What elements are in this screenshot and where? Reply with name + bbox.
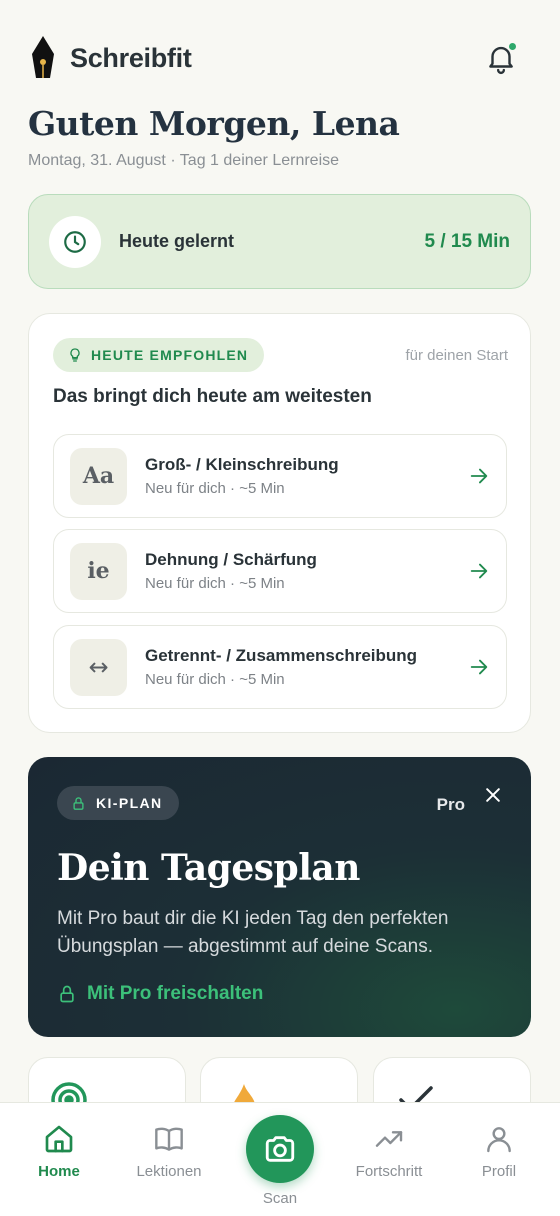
today-learned-value: 5 / 15 Min [424, 230, 510, 252]
nav-profile[interactable]: Profil [444, 1123, 554, 1180]
double-arrow-icon: ↔ [70, 638, 127, 696]
lesson-title: Groß- / Kleinschreibung [145, 455, 339, 474]
close-icon[interactable] [483, 785, 503, 805]
recommended-card: HEUTE EMPFOHLEN für deinen Start Das bri… [28, 313, 531, 733]
book-icon [155, 1127, 183, 1151]
greeting-title: Guten Morgen, Lena [28, 104, 400, 143]
app-name: Schreibfit [70, 42, 192, 73]
clock-icon [64, 230, 86, 253]
trending-up-icon [375, 1131, 403, 1147]
app-header: Schreibfit [28, 32, 532, 84]
ki-plan-description: Mit Pro baut dir die KI jeden Tag den pe… [57, 908, 449, 957]
home-icon [45, 1125, 73, 1153]
nav-progress-label: Fortschritt [355, 1163, 423, 1180]
lesson-subtitle: Neu für dich · ~5 Min [145, 575, 285, 592]
arrow-right-icon [470, 659, 488, 675]
notifications-button[interactable] [484, 41, 518, 75]
today-learned-card[interactable]: Heute gelernt 5 / 15 Min [28, 194, 531, 289]
recommended-title: Das bringt dich heute am weitesten [53, 386, 372, 407]
today-learned-label: Heute gelernt [119, 231, 235, 251]
scan-button[interactable] [246, 1115, 314, 1183]
notification-dot [509, 43, 516, 50]
nav-lessons-label: Lektionen [136, 1163, 202, 1180]
ki-plan-badge-label: KI-PLAN [96, 795, 163, 811]
lesson-subtitle: Neu für dich · ~5 Min [145, 480, 285, 497]
lesson-item-getrennt[interactable]: ↔ Getrennt- / Zusammenschreibung Neu für… [53, 625, 507, 709]
lesson-item-gross-klein[interactable]: Aa Groß- / Kleinschreibung Neu für dich … [53, 434, 507, 518]
nav-progress[interactable]: Fortschritt [334, 1123, 444, 1180]
lightbulb-icon [70, 348, 80, 362]
lesson-text: Getrennt- / Zusammenschreibung Neu für d… [145, 646, 468, 688]
lock-icon [73, 796, 84, 810]
recommended-badge-label: HEUTE EMPFOHLEN [91, 347, 249, 363]
unlock-pro-label: Mit Pro freischalten [87, 983, 264, 1004]
lesson-subtitle: Neu für dich · ~5 Min [145, 671, 285, 688]
scan-label: Scan [262, 1190, 298, 1207]
pro-label: Pro [436, 795, 465, 814]
greeting-subtitle: Montag, 31. August · Tag 1 deiner Lernre… [28, 152, 340, 169]
lesson-item-dehnung[interactable]: ie Dehnung / Schärfung Neu für dich · ~5… [53, 529, 507, 613]
recommended-note: für deinen Start [405, 347, 508, 364]
arrow-right-icon [470, 563, 488, 579]
ki-plan-title: Dein Tagesplan [57, 847, 360, 889]
fountain-pen-nib-icon [32, 36, 54, 78]
bottom-navigation: Home Lektionen Scan Fortschritt Profil [0, 1102, 560, 1216]
lesson-title: Dehnung / Schärfung [145, 550, 317, 569]
brand[interactable]: Schreibfit [28, 34, 192, 82]
arrow-right-icon [470, 468, 488, 484]
nav-lessons[interactable]: Lektionen [114, 1123, 224, 1180]
ki-plan-badge: KI-PLAN [57, 786, 179, 820]
ki-plan-card[interactable]: KI-PLAN Pro Dein Tagesplan Mit Pro baut … [28, 757, 531, 1037]
nav-profile-label: Profil [481, 1163, 517, 1180]
nav-home-label: Home [38, 1163, 80, 1180]
clock-badge [49, 215, 101, 268]
user-icon [487, 1127, 511, 1153]
lesson-title: Getrennt- / Zusammenschreibung [145, 646, 418, 665]
lesson-icon-ie: ie [70, 542, 127, 600]
lesson-text: Groß- / Kleinschreibung Neu für dich · ~… [145, 455, 468, 497]
lesson-text: Dehnung / Schärfung Neu für dich · ~5 Mi… [145, 550, 468, 592]
lock-icon [60, 985, 74, 1003]
nav-home[interactable]: Home [4, 1123, 114, 1180]
unlock-pro-button[interactable]: Mit Pro freischalten [57, 983, 263, 1005]
recommended-badge: HEUTE EMPFOHLEN [53, 338, 265, 372]
lesson-icon-aa: Aa [70, 447, 127, 505]
camera-icon [265, 1136, 295, 1162]
